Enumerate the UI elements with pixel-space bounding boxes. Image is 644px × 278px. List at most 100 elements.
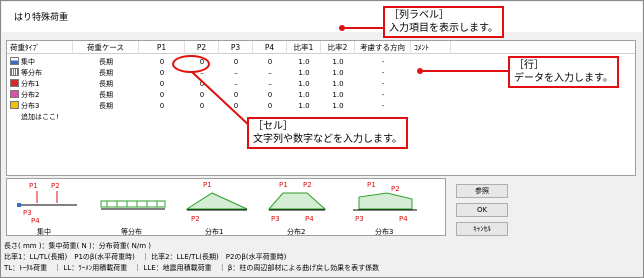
cell-ratio2[interactable]: 1.0	[321, 68, 355, 78]
grid-row-distribution3[interactable]: 分布3 長期 0 0 0 0 1.0 1.0 -	[7, 101, 635, 111]
callout-column-text: 入力項目を表示します。	[389, 23, 498, 34]
cell-direction[interactable]: -	[355, 57, 411, 67]
cell-ratio2[interactable]: 1.0	[321, 90, 355, 100]
cell-p1[interactable]: 0	[139, 101, 185, 111]
header-ratio1[interactable]: 比率1	[287, 41, 321, 54]
p-label-p3: P3	[23, 209, 32, 217]
p-label-p2: P2	[391, 185, 400, 193]
cell-comment[interactable]	[411, 101, 451, 111]
header-p2[interactable]: P2	[185, 41, 219, 54]
p-label-p4: P4	[305, 215, 314, 223]
p-label-p2: P2	[191, 215, 200, 223]
cell-case[interactable]: 長期	[73, 57, 139, 67]
callout-row-text: データを入力します。	[514, 73, 613, 84]
reference-button[interactable]: 参照	[456, 184, 508, 198]
header-ratio2[interactable]: 比率2	[321, 41, 355, 54]
callout-cell-title: ［セル］	[253, 121, 293, 132]
callout-row-dot	[417, 68, 423, 74]
callout-column-title: ［列ラベル］	[389, 10, 449, 21]
header-load-type[interactable]: 荷重ﾀｲﾌﾟ	[7, 41, 73, 54]
cell-p4[interactable]: 0	[253, 57, 287, 67]
row-type: 集中	[21, 58, 35, 66]
p-label-p4: P4	[31, 217, 40, 225]
distribution2-icon	[10, 90, 19, 98]
cell-comment[interactable]	[411, 79, 451, 89]
cell-ratio1[interactable]: 1.0	[287, 68, 321, 78]
footer-units: 長さ( mm )：集中荷重( N )：分布荷重( N/m )	[4, 242, 152, 250]
diagram-uniform: 等分布	[100, 200, 166, 236]
callout-cell-text: 文字列や数字などを入力します。	[253, 134, 402, 145]
cell-ratio1[interactable]: 1.0	[287, 57, 321, 67]
header-load-case[interactable]: 荷重ケース	[73, 41, 139, 54]
p-label-p1: P1	[367, 181, 376, 189]
cell-ratio1[interactable]: 1.0	[287, 101, 321, 111]
diagram-distribution3: P1 P2 P3 P4 分布3	[353, 181, 417, 236]
callout-row-leader	[420, 70, 508, 72]
row-type: 分布1	[21, 80, 40, 88]
p-label-p3: P3	[355, 215, 364, 223]
header-p1[interactable]: P1	[139, 41, 185, 54]
diagram-concentrated: P1 P2 P3 P4 集中	[17, 182, 77, 236]
cell-case[interactable]: 長期	[73, 79, 139, 89]
cell-direction[interactable]: -	[355, 90, 411, 100]
cell-case[interactable]: 長期	[73, 101, 139, 111]
callout-row: ［行］ データを入力します。	[508, 56, 619, 88]
diagram-svg: P1 P2 P3 P4 集中 等分布 P1 P2 分布1 P1 P2 P3 P4…	[17, 181, 417, 236]
callout-column-dot	[339, 25, 345, 31]
load-type-diagrams: P1 P2 P3 P4 集中 等分布 P1 P2 分布1 P1 P2 P3 P4…	[6, 178, 446, 236]
p-label-p1: P1	[203, 181, 212, 189]
p-label-p4: P4	[399, 215, 408, 223]
cell-case[interactable]: 長期	[73, 68, 139, 78]
diagram-distribution2: P1 P2 P3 P4 分布2	[267, 181, 327, 236]
cell-ratio1[interactable]: 1.0	[287, 79, 321, 89]
window-title: はり特殊荷重	[14, 13, 69, 23]
cancel-button[interactable]: ｷｬﾝｾﾙ	[456, 222, 508, 236]
cell-ratio1[interactable]: 1.0	[287, 90, 321, 100]
cell-ratio2[interactable]: 1.0	[321, 101, 355, 111]
p-label-p3: P3	[271, 215, 280, 223]
diagram-label-concentrated: 集中	[37, 227, 51, 236]
header-p3[interactable]: P3	[219, 41, 253, 54]
p-label-p2: P2	[51, 182, 60, 190]
callout-cell: ［セル］ 文字列や数字などを入力します。	[247, 117, 408, 149]
diagram-label-distribution3: 分布3	[375, 227, 393, 236]
p-label-p1: P1	[279, 181, 288, 189]
diagram-label-distribution1: 分布1	[205, 227, 223, 236]
header-direction[interactable]: 考慮する方向	[355, 41, 411, 54]
cell-ratio2[interactable]: 1.0	[321, 57, 355, 67]
cell-comment[interactable]	[411, 57, 451, 67]
callout-column-leader	[342, 27, 384, 29]
diagram-label-uniform: 等分布	[121, 227, 142, 236]
callout-row-title: ［行］	[514, 60, 544, 71]
cell-p1[interactable]: 0	[139, 90, 185, 100]
cell-p1[interactable]: 0	[139, 79, 185, 89]
grid-header-row: 荷重ﾀｲﾌﾟ 荷重ケース P1 P2 P3 P4 比率1 比率2 考慮する方向 …	[7, 41, 635, 54]
concentrated-load-icon	[10, 57, 19, 65]
row-type: 分布3	[21, 102, 40, 110]
cell-direction[interactable]: -	[355, 101, 411, 111]
header-p4[interactable]: P4	[253, 41, 287, 54]
row-type: 等分布	[21, 69, 42, 77]
cell-p3[interactable]: 0	[219, 57, 253, 67]
p-label-p1: P1	[29, 182, 38, 190]
diagram-distribution1: P1 P2 分布1	[185, 181, 248, 236]
diagram-label-distribution2: 分布2	[287, 227, 305, 236]
distribution3-icon	[10, 101, 19, 109]
cell-case[interactable]: 長期	[73, 90, 139, 100]
cell-comment[interactable]	[411, 90, 451, 100]
p-label-p2: P2	[303, 181, 312, 189]
row-type: 分布2	[21, 91, 40, 99]
title-bar: はり特殊荷重	[2, 2, 642, 32]
header-comment[interactable]: ｺﾒﾝﾄ	[411, 41, 451, 54]
grid-row-distribution2[interactable]: 分布2 長期 0 0 0 0 1.0 1.0 -	[7, 90, 635, 100]
uniform-load-icon	[10, 68, 19, 76]
callout-column-label: ［列ラベル］ 入力項目を表示します。	[383, 6, 504, 38]
footer-ratio-legend: 比率1：LL/TL(長期) P1のβ(水平荷重時) ｜ 比率2：LLE/TL(長…	[4, 253, 287, 261]
footer-load-legend: TL：ﾄｰﾀﾙ荷重 ｜ LL：ﾗｰﾒﾝ用積載荷重 ｜ LLE：地震用積載荷重 ｜…	[4, 264, 380, 272]
cell-ratio2[interactable]: 1.0	[321, 79, 355, 89]
add-row-label[interactable]: 追加はここ!	[21, 112, 101, 122]
ok-button[interactable]: OK	[456, 203, 508, 217]
distribution1-icon	[10, 79, 19, 87]
cell-direction[interactable]: -	[355, 79, 411, 89]
cell-direction[interactable]: -	[355, 68, 411, 78]
